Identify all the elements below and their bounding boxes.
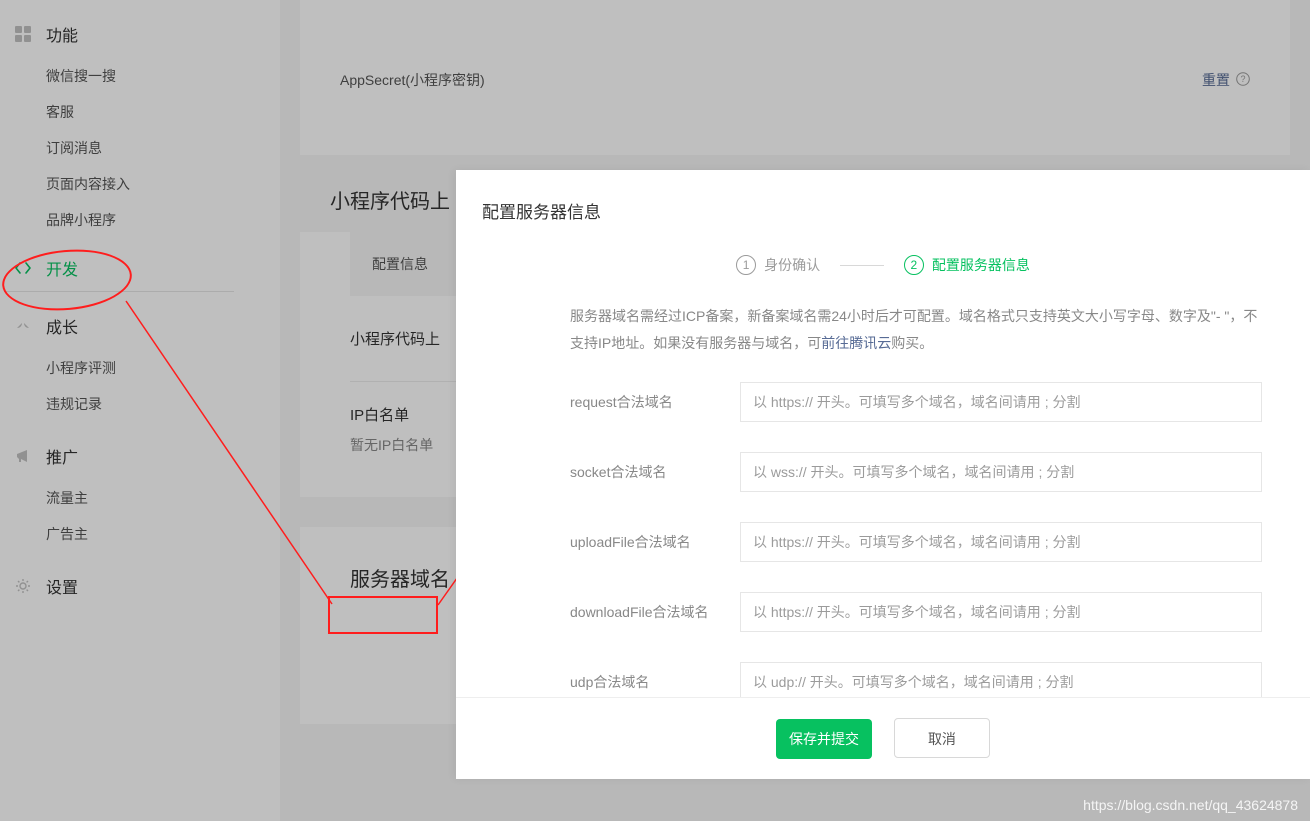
help-text-suffix: 购买。 <box>891 335 933 351</box>
step-2-label: 配置服务器信息 <box>932 255 1030 275</box>
form-row-socket: socket合法域名 <box>570 452 1262 492</box>
request-domain-label: request合法域名 <box>570 392 740 412</box>
configure-server-modal: 配置服务器信息 1 身份确认 2 配置服务器信息 服务器域名需经过ICP备案，新… <box>456 170 1310 779</box>
download-domain-input[interactable] <box>740 592 1262 632</box>
form-row-request: request合法域名 <box>570 382 1262 422</box>
step-divider <box>840 265 884 266</box>
form-row-download: downloadFile合法域名 <box>570 592 1262 632</box>
step-2-number-icon: 2 <box>904 255 924 275</box>
udp-domain-label: udp合法域名 <box>570 672 740 692</box>
request-domain-input[interactable] <box>740 382 1262 422</box>
cancel-button[interactable]: 取消 <box>894 718 990 758</box>
modal-body: 服务器域名需经过ICP备案，新备案域名需24小时后才可配置。域名格式只支持英文大… <box>456 303 1310 702</box>
step-configure-server: 2 配置服务器信息 <box>904 255 1030 275</box>
save-submit-button[interactable]: 保存并提交 <box>776 719 872 759</box>
help-text: 服务器域名需经过ICP备案，新备案域名需24小时后才可配置。域名格式只支持英文大… <box>570 303 1262 356</box>
download-domain-label: downloadFile合法域名 <box>570 602 740 622</box>
watermark: https://blog.csdn.net/qq_43624878 <box>1083 797 1298 813</box>
modal-steps: 1 身份确认 2 配置服务器信息 <box>456 255 1310 275</box>
socket-domain-input[interactable] <box>740 452 1262 492</box>
modal-title: 配置服务器信息 <box>456 170 1310 247</box>
step-1-label: 身份确认 <box>764 255 820 275</box>
step-identity: 1 身份确认 <box>736 255 820 275</box>
upload-domain-label: uploadFile合法域名 <box>570 532 740 552</box>
form-row-upload: uploadFile合法域名 <box>570 522 1262 562</box>
step-1-number-icon: 1 <box>736 255 756 275</box>
upload-domain-input[interactable] <box>740 522 1262 562</box>
tencent-cloud-link[interactable]: 前往腾讯云 <box>821 335 891 351</box>
socket-domain-label: socket合法域名 <box>570 462 740 482</box>
modal-footer: 保存并提交 取消 <box>456 697 1310 779</box>
